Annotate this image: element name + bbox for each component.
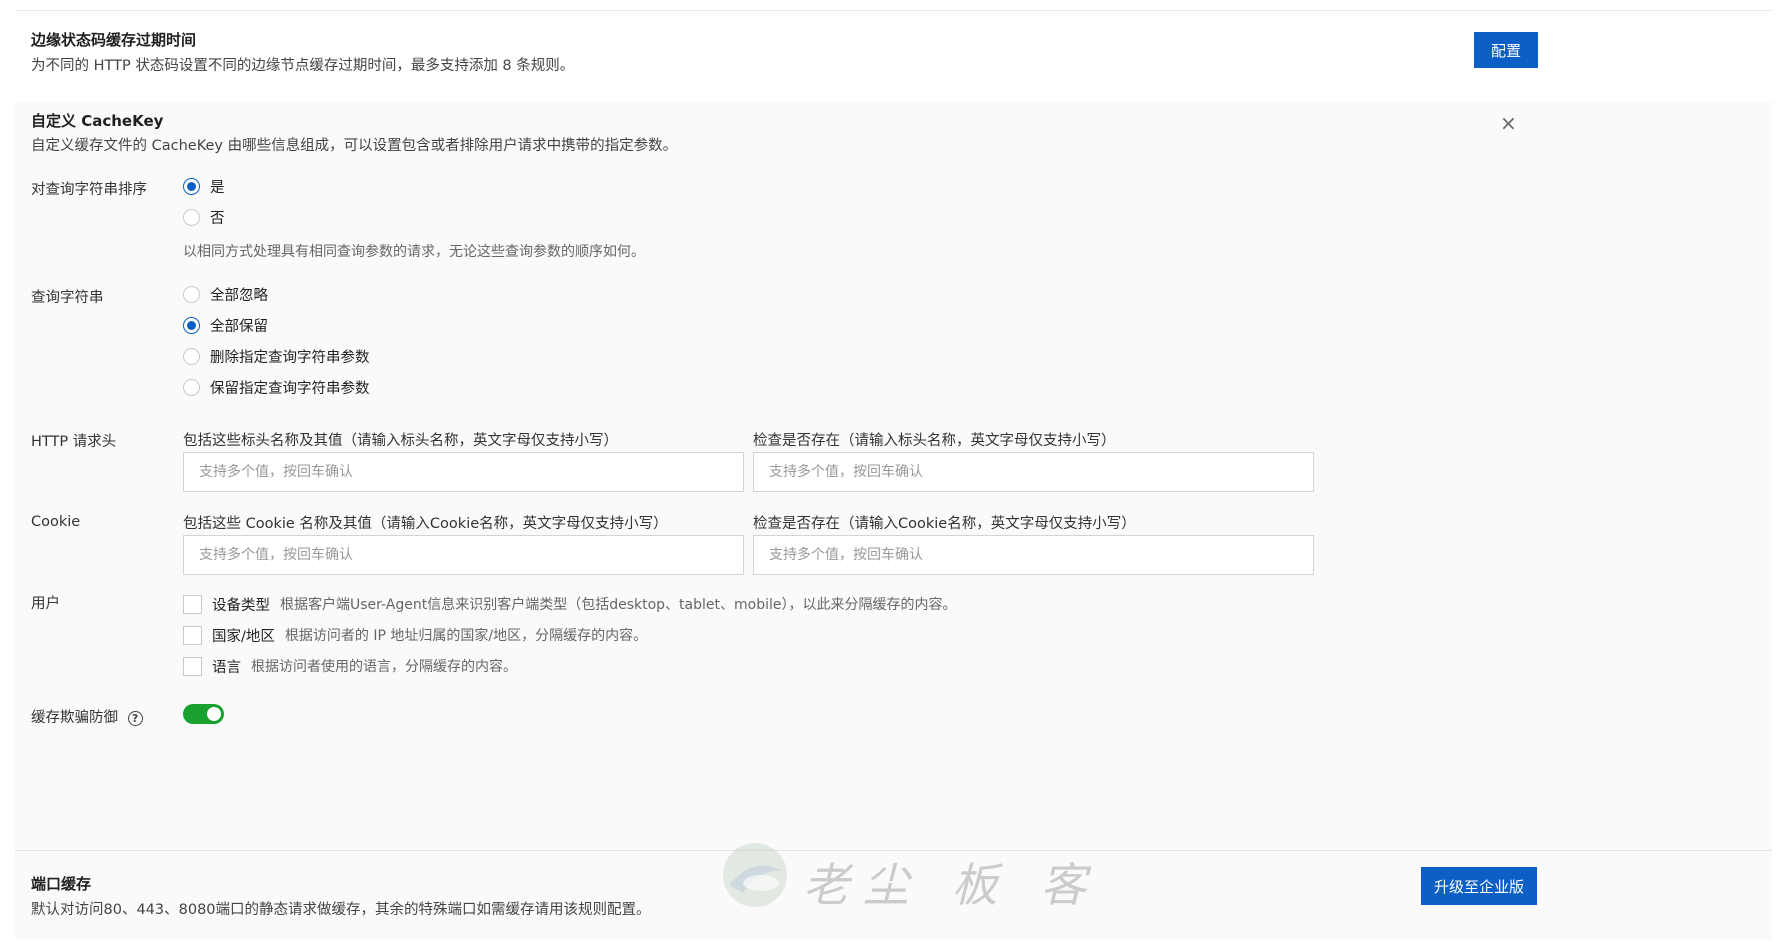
cookie-include-input[interactable] xyxy=(183,535,744,575)
watermark-text: 老尘 板 客 xyxy=(803,858,1101,912)
query-keep-specified-radio[interactable]: 保留指定查询字符串参数 xyxy=(183,377,370,397)
cookie-include-label: 包括这些 Cookie 名称及其值（请输入Cookie名称，英文字母仅支持小写） xyxy=(183,516,668,532)
cachekey-title: 自定义 CacheKey xyxy=(31,112,164,130)
query-ignore-all-radio[interactable]: 全部忽略 xyxy=(183,284,268,304)
language-name: 语言 xyxy=(212,659,241,676)
checkbox-icon xyxy=(183,625,202,645)
cookie-check-label: 检查是否存在（请输入Cookie名称，英文字母仅支持小写） xyxy=(753,516,1136,532)
query-delete-specified-label: 删除指定查询字符串参数 xyxy=(210,349,370,366)
cache-deception-label: 缓存欺骗防御 xyxy=(31,710,118,726)
cookie-label: Cookie xyxy=(31,514,81,530)
http-header-label: HTTP 请求头 xyxy=(31,434,117,450)
user-label: 用户 xyxy=(31,596,60,612)
sort-query-hint: 以相同方式处理具有相同查询参数的请求，无论这些查询参数的顺序如何。 xyxy=(183,244,645,260)
query-keep-all-radio[interactable]: 全部保留 xyxy=(183,315,268,335)
settings-page: 边缘状态码缓存过期时间 为不同的 HTTP 状态码设置不同的边缘节点缓存过期时间… xyxy=(0,0,1785,950)
toggle-knob xyxy=(207,707,221,721)
port-cache-title: 端口缓存 xyxy=(31,875,92,893)
help-icon[interactable]: ? xyxy=(127,710,143,726)
cookie-check-input[interactable] xyxy=(753,535,1314,575)
query-delete-specified-radio[interactable]: 删除指定查询字符串参数 xyxy=(183,346,370,366)
cachekey-desc: 自定义缓存文件的 CacheKey 由哪些信息组成，可以设置包含或者排除用户请求… xyxy=(31,138,678,154)
radio-unchecked-icon xyxy=(183,208,200,226)
language-desc: 根据访问者使用的语言，分隔缓存的内容。 xyxy=(251,659,517,675)
radio-unchecked-icon xyxy=(183,285,200,303)
http-header-include-input[interactable] xyxy=(183,452,744,492)
http-header-include-label: 包括这些标头名称及其值（请输入标头名称，英文字母仅支持小写） xyxy=(183,433,618,449)
cache-deception-row: 缓存欺骗防御 ? xyxy=(31,706,143,727)
country-desc: 根据访问者的 IP 地址归属的国家/地区，分隔缓存的内容。 xyxy=(284,628,648,644)
cache-deception-toggle[interactable] xyxy=(183,704,224,724)
configure-button[interactable]: 配置 xyxy=(1474,32,1538,68)
radio-checked-icon xyxy=(183,316,200,334)
query-string-label: 查询字符串 xyxy=(31,290,104,306)
cachekey-section: 自定义 CacheKey 自定义缓存文件的 CacheKey 由哪些信息组成，可… xyxy=(15,102,1772,850)
query-keep-all-label: 全部保留 xyxy=(210,318,268,335)
sort-query-yes-label: 是 xyxy=(210,179,225,196)
radio-checked-icon xyxy=(183,177,200,195)
sort-query-label: 对查询字符串排序 xyxy=(31,182,147,198)
sort-query-yes-radio[interactable]: 是 xyxy=(183,176,225,196)
user-country-checkbox[interactable]: 国家/地区 根据访问者的 IP 地址归属的国家/地区，分隔缓存的内容。 xyxy=(183,625,647,645)
checkbox-icon xyxy=(183,594,202,614)
edge-status-cache-section: 边缘状态码缓存过期时间 为不同的 HTTP 状态码设置不同的边缘节点缓存过期时间… xyxy=(15,10,1772,112)
sort-query-no-radio[interactable]: 否 xyxy=(183,207,225,227)
device-type-name: 设备类型 xyxy=(212,597,270,614)
upgrade-enterprise-button[interactable]: 升级至企业版 xyxy=(1421,867,1537,905)
http-header-check-input[interactable] xyxy=(753,452,1314,492)
checkbox-icon xyxy=(183,656,202,676)
radio-unchecked-icon xyxy=(183,347,200,365)
edge-status-cache-title: 边缘状态码缓存过期时间 xyxy=(31,31,197,49)
close-icon[interactable]: × xyxy=(1500,113,1517,133)
user-device-type-checkbox[interactable]: 设备类型 根据客户端User-Agent信息来识别客户端类型（包括desktop… xyxy=(183,594,956,614)
query-keep-specified-label: 保留指定查询字符串参数 xyxy=(210,380,370,397)
sort-query-no-label: 否 xyxy=(210,210,225,227)
query-ignore-all-label: 全部忽略 xyxy=(210,287,268,304)
port-cache-desc: 默认对访问80、443、8080端口的静态请求做缓存，其余的特殊端口如需缓存请用… xyxy=(31,902,651,918)
http-header-check-label: 检查是否存在（请输入标头名称，英文字母仅支持小写） xyxy=(753,433,1116,449)
edge-status-cache-desc: 为不同的 HTTP 状态码设置不同的边缘节点缓存过期时间，最多支持添加 8 条规… xyxy=(31,58,575,74)
radio-unchecked-icon xyxy=(183,378,200,396)
watermark: 老尘 板 客 xyxy=(715,835,1095,915)
device-type-desc: 根据客户端User-Agent信息来识别客户端类型（包括desktop、tabl… xyxy=(280,597,957,613)
country-name: 国家/地区 xyxy=(212,628,275,645)
user-language-checkbox[interactable]: 语言 根据访问者使用的语言，分隔缓存的内容。 xyxy=(183,656,517,676)
